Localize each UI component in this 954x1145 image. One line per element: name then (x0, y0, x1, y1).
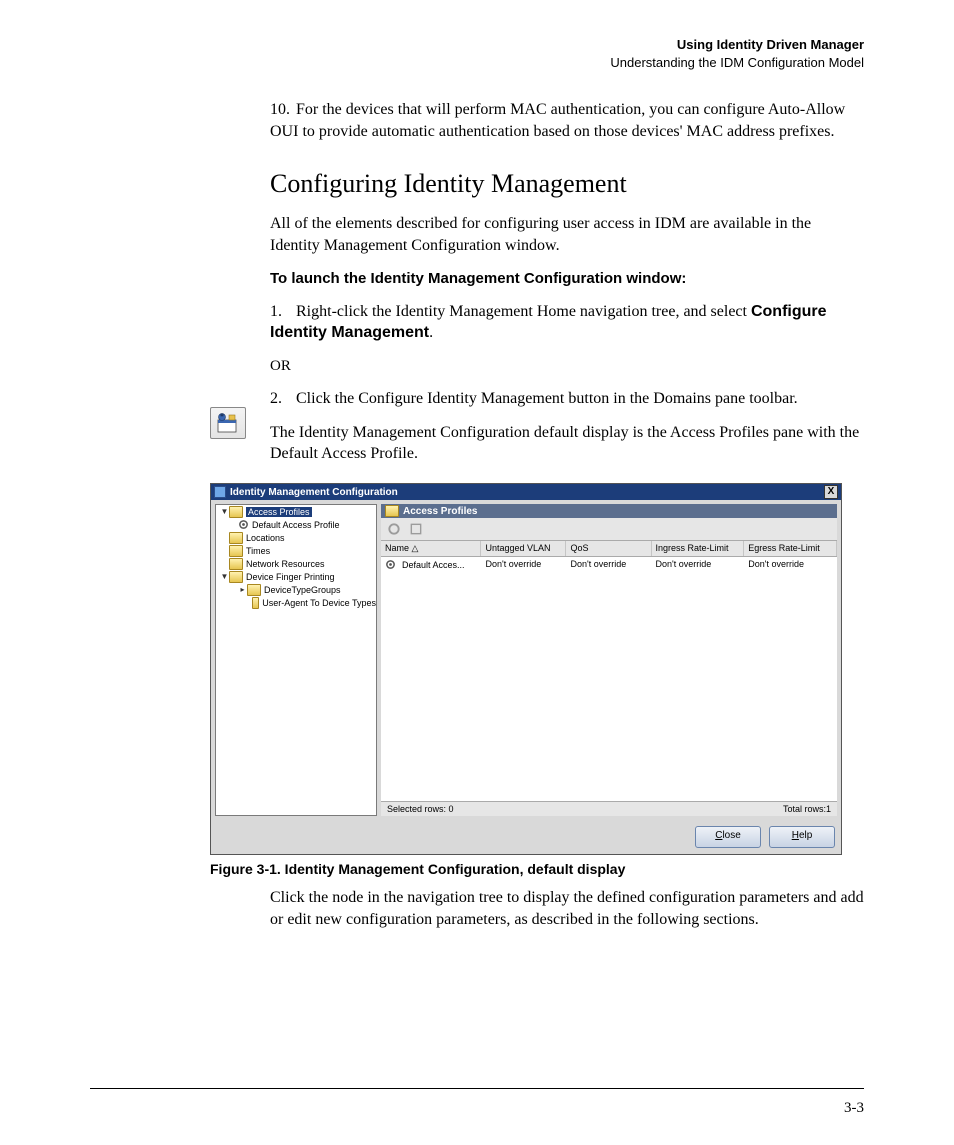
tree-label: Locations (246, 533, 285, 543)
close-icon[interactable]: X (824, 485, 838, 499)
list-marker: 10. (270, 99, 296, 121)
tree-default-access-profile[interactable]: Default Access Profile (216, 518, 376, 531)
configure-identity-icon (210, 407, 246, 439)
launch-heading: To launch the Identity Management Config… (270, 269, 864, 289)
tree-label: DeviceTypeGroups (264, 585, 341, 595)
pane-header: Access Profiles (381, 504, 837, 518)
col-qos[interactable]: QoS (566, 541, 651, 556)
tree-label: User-Agent To Device Types (262, 598, 376, 608)
tree-label: Times (246, 546, 270, 556)
footer-rule (90, 1088, 864, 1089)
window-icon (214, 486, 226, 498)
tree-label: Device Finger Printing (246, 572, 335, 582)
page-number: 3-3 (844, 1100, 864, 1117)
cell-ingress: Don't override (652, 557, 745, 572)
step-1: 1.Right-click the Identity Management Ho… (270, 301, 864, 344)
help-button[interactable]: Help (769, 826, 835, 848)
folder-open-icon (385, 505, 399, 517)
status-total: Total rows:1 (783, 804, 831, 814)
tree-times[interactable]: Times (216, 544, 376, 557)
running-header: Using Identity Driven Manager Understand… (90, 36, 864, 71)
toolbar-button-1[interactable] (385, 520, 403, 538)
folder-icon (252, 597, 259, 609)
section-heading: Configuring Identity Management (270, 166, 864, 201)
header-title: Using Identity Driven Manager (90, 36, 864, 54)
list-item-10: 10.For the devices that will perform MAC… (270, 99, 864, 142)
tree-network-resources[interactable]: Network Resources (216, 557, 376, 570)
pane-title: Access Profiles (403, 506, 478, 517)
list-text: For the devices that will perform MAC au… (270, 101, 845, 140)
dialog-button-bar: Close Help (211, 820, 841, 854)
tree-device-type-groups[interactable]: ▸ DeviceTypeGroups (216, 583, 376, 596)
col-ingress[interactable]: Ingress Rate-Limit (652, 541, 745, 556)
col-name[interactable]: Name △ (381, 541, 481, 556)
step2-text: Click the Configure Identity Management … (296, 390, 798, 407)
folder-icon (247, 584, 261, 596)
tree-locations[interactable]: Locations (216, 531, 376, 544)
step-2: 2.Click the Configure Identity Managemen… (270, 388, 864, 410)
navigation-tree[interactable]: ▼ Access Profiles Default Access Profile… (215, 504, 377, 816)
figure-3-1: Identity Management Configuration X ▼ Ac… (210, 483, 864, 855)
folder-open-icon (229, 571, 243, 583)
pane-toolbar (381, 518, 837, 541)
folder-icon (229, 532, 243, 544)
idm-config-window: Identity Management Configuration X ▼ Ac… (210, 483, 842, 855)
closing-paragraph: Click the node in the navigation tree to… (270, 887, 864, 930)
cell-egress: Don't override (744, 557, 837, 572)
table-body[interactable]: Default Acces... Don't override Don't ov… (381, 557, 837, 801)
table-row[interactable]: Default Acces... Don't override Don't ov… (381, 557, 837, 572)
folder-icon (229, 558, 243, 570)
cell-name: Default Acces... (402, 560, 465, 570)
tree-access-profiles[interactable]: ▼ Access Profiles (216, 505, 376, 518)
step2-marker: 2. (270, 388, 296, 410)
step1-marker: 1. (270, 301, 296, 323)
col-untagged-vlan[interactable]: Untagged VLAN (481, 541, 566, 556)
tree-label: Access Profiles (246, 507, 312, 517)
step1-text-c: . (429, 324, 433, 341)
status-bar: Selected rows: 0 Total rows:1 (381, 801, 837, 816)
folder-open-icon (229, 506, 243, 518)
header-subtitle: Understanding the IDM Configuration Mode… (90, 54, 864, 72)
tree-label: Network Resources (246, 559, 325, 569)
gear-icon (385, 559, 396, 570)
cell-qos: Don't override (566, 557, 651, 572)
expand-icon[interactable]: ▼ (220, 507, 229, 516)
window-titlebar[interactable]: Identity Management Configuration X (211, 484, 841, 500)
figure-caption: Figure 3-1. Identity Management Configur… (210, 861, 864, 877)
table-header[interactable]: Name △ Untagged VLAN QoS Ingress Rate-Li… (381, 541, 837, 557)
expand-icon[interactable]: ▼ (220, 572, 229, 581)
section-para1: All of the elements described for config… (270, 213, 864, 256)
tree-user-agent-to-device-types[interactable]: User-Agent To Device Types (216, 596, 376, 609)
section-para2: The Identity Management Configuration de… (270, 422, 864, 465)
step1-text-a: Right-click the Identity Management Home… (296, 303, 751, 320)
folder-icon (229, 545, 243, 557)
col-egress[interactable]: Egress Rate-Limit (744, 541, 837, 556)
gear-icon (238, 519, 249, 530)
tree-label: Default Access Profile (252, 520, 340, 530)
tree-device-finger-printing[interactable]: ▼ Device Finger Printing (216, 570, 376, 583)
status-selected: Selected rows: 0 (387, 804, 454, 814)
access-profiles-pane: Access Profiles Name △ Untagged VLAN QoS… (381, 504, 837, 816)
toolbar-button-2[interactable] (407, 520, 425, 538)
window-title: Identity Management Configuration (230, 487, 398, 498)
expand-icon[interactable]: ▸ (238, 585, 247, 594)
or-separator: OR (270, 356, 864, 376)
close-button[interactable]: Close (695, 826, 761, 848)
cell-vlan: Don't override (481, 557, 566, 572)
